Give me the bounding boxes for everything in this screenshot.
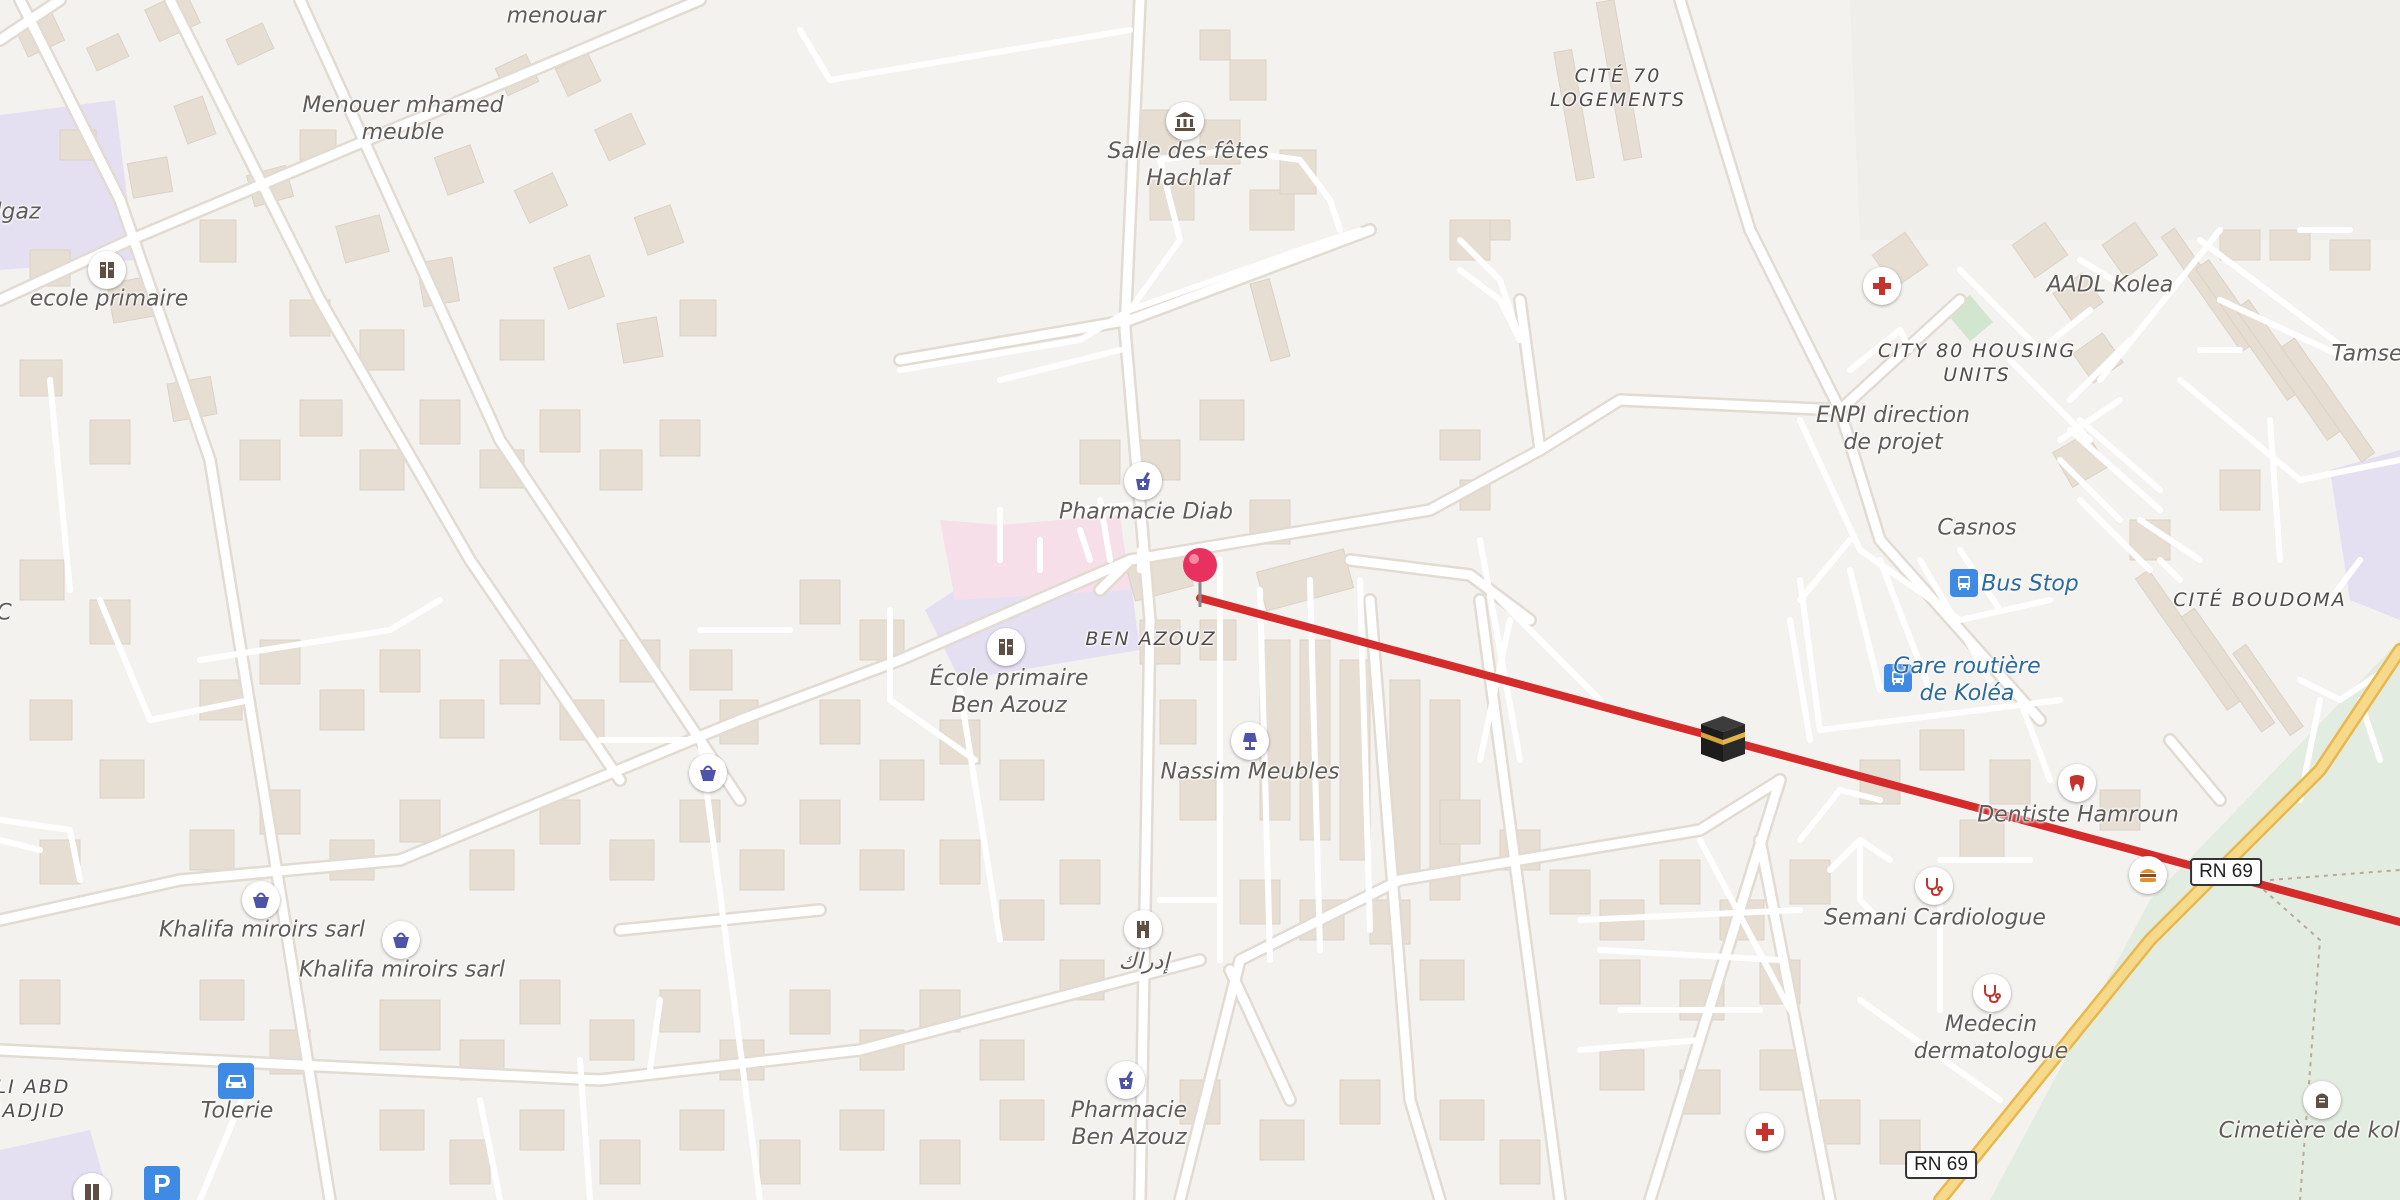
road-shield-rn69: RN 69	[2190, 858, 2262, 886]
map-view[interactable]: P RN 69 RN 69 menouar Menouer mhamed meu…	[0, 0, 2400, 1200]
label-ouli-abd-madjid: ULI ABD MADJID	[0, 1076, 71, 1122]
label-nassim-meubles: Nassim Meubles	[1160, 759, 1340, 785]
label-menouar: menouar	[506, 3, 606, 29]
label-khalifa-miroirs-1: Khalifa miroirs sarl	[158, 917, 366, 943]
map-pin-icon[interactable]	[1180, 545, 1220, 609]
bus-icon[interactable]	[1950, 569, 1978, 597]
label-pharmacie-diab: Pharmacie Diab	[1059, 499, 1233, 525]
hospital-icon[interactable]	[1746, 1113, 1784, 1151]
grave-icon[interactable]	[2303, 1081, 2341, 1119]
parking-letter: P	[153, 1168, 171, 1199]
car-icon[interactable]	[218, 1063, 254, 1099]
road-shield-rn69: RN 69	[1905, 1151, 1977, 1179]
label-gare-routiere: Gare routière de Koléa	[1893, 654, 2041, 706]
burger-icon[interactable]	[2129, 856, 2167, 894]
shop-icon[interactable]	[382, 921, 420, 959]
label-khalifa-miroirs-2: Khalifa miroirs sarl	[298, 957, 506, 983]
label-dentiste-hamroun: Dentiste Hamroun	[1977, 802, 2179, 828]
label-tamse: Tamse	[2331, 341, 2400, 367]
school-icon[interactable]	[88, 251, 126, 289]
label-pharmacie-ben-azouz: Pharmacie Ben Azouz	[1070, 1098, 1188, 1150]
town-hall-icon[interactable]	[1166, 102, 1204, 140]
label-cite-70-logements: CITÉ 70 LOGEMENTS	[1550, 65, 1686, 111]
shop-icon[interactable]	[242, 881, 280, 919]
label-bus-stop: Bus Stop	[1981, 571, 2079, 597]
shop-icon[interactable]	[689, 754, 727, 792]
stethoscope-icon[interactable]	[1915, 867, 1953, 905]
label-city-80-housing-units: CITY 80 HOUSING UNITS	[1877, 340, 2077, 386]
label-edge-c: C	[0, 600, 12, 627]
lamp-icon[interactable]	[1231, 722, 1269, 760]
label-ben-azouz: BEN AZOUZ	[1085, 628, 1217, 650]
parking-icon[interactable]: P	[144, 1166, 180, 1200]
stethoscope-icon[interactable]	[1973, 974, 2011, 1012]
label-semani-cardiologue: Semani Cardiologue	[1824, 905, 2046, 931]
hospital-icon[interactable]	[1863, 267, 1901, 305]
label-casnos: Casnos	[1937, 515, 2017, 541]
label-enpi-direction: ENPI direction de projet	[1816, 403, 1970, 455]
pharmacy-icon[interactable]	[1124, 462, 1162, 500]
kaaba-icon[interactable]	[1695, 712, 1751, 766]
label-cite-boudoma: CITÉ BOUDOMA	[2173, 589, 2347, 611]
label-idrak: إدراك	[1118, 949, 1170, 975]
pharmacy-icon[interactable]	[1107, 1061, 1145, 1099]
label-medecin-dermatologue: Medecin dermatologue	[1913, 1012, 2069, 1064]
label-aadl-kolea: AADL Kolea	[2046, 272, 2174, 298]
label-lgaz: lgaz	[0, 199, 41, 225]
label-salle-des-fetes: Salle des fêtes Hachlaf	[1107, 139, 1269, 191]
label-ecole-primaire: ecole primaire	[29, 286, 189, 312]
label-tolerie: Tolerie	[200, 1098, 274, 1124]
school-icon[interactable]	[987, 628, 1025, 666]
label-menouer-mhamed-meuble: Menouer mhamed meuble	[302, 93, 504, 145]
tooth-icon[interactable]	[2058, 764, 2096, 802]
label-ecole-primaire-ben-azouz: École primaire Ben Azouz	[929, 666, 1089, 718]
tower-icon[interactable]	[1124, 910, 1162, 948]
label-cimetiere-de-kolea: Cimetière de kole	[2218, 1118, 2400, 1144]
